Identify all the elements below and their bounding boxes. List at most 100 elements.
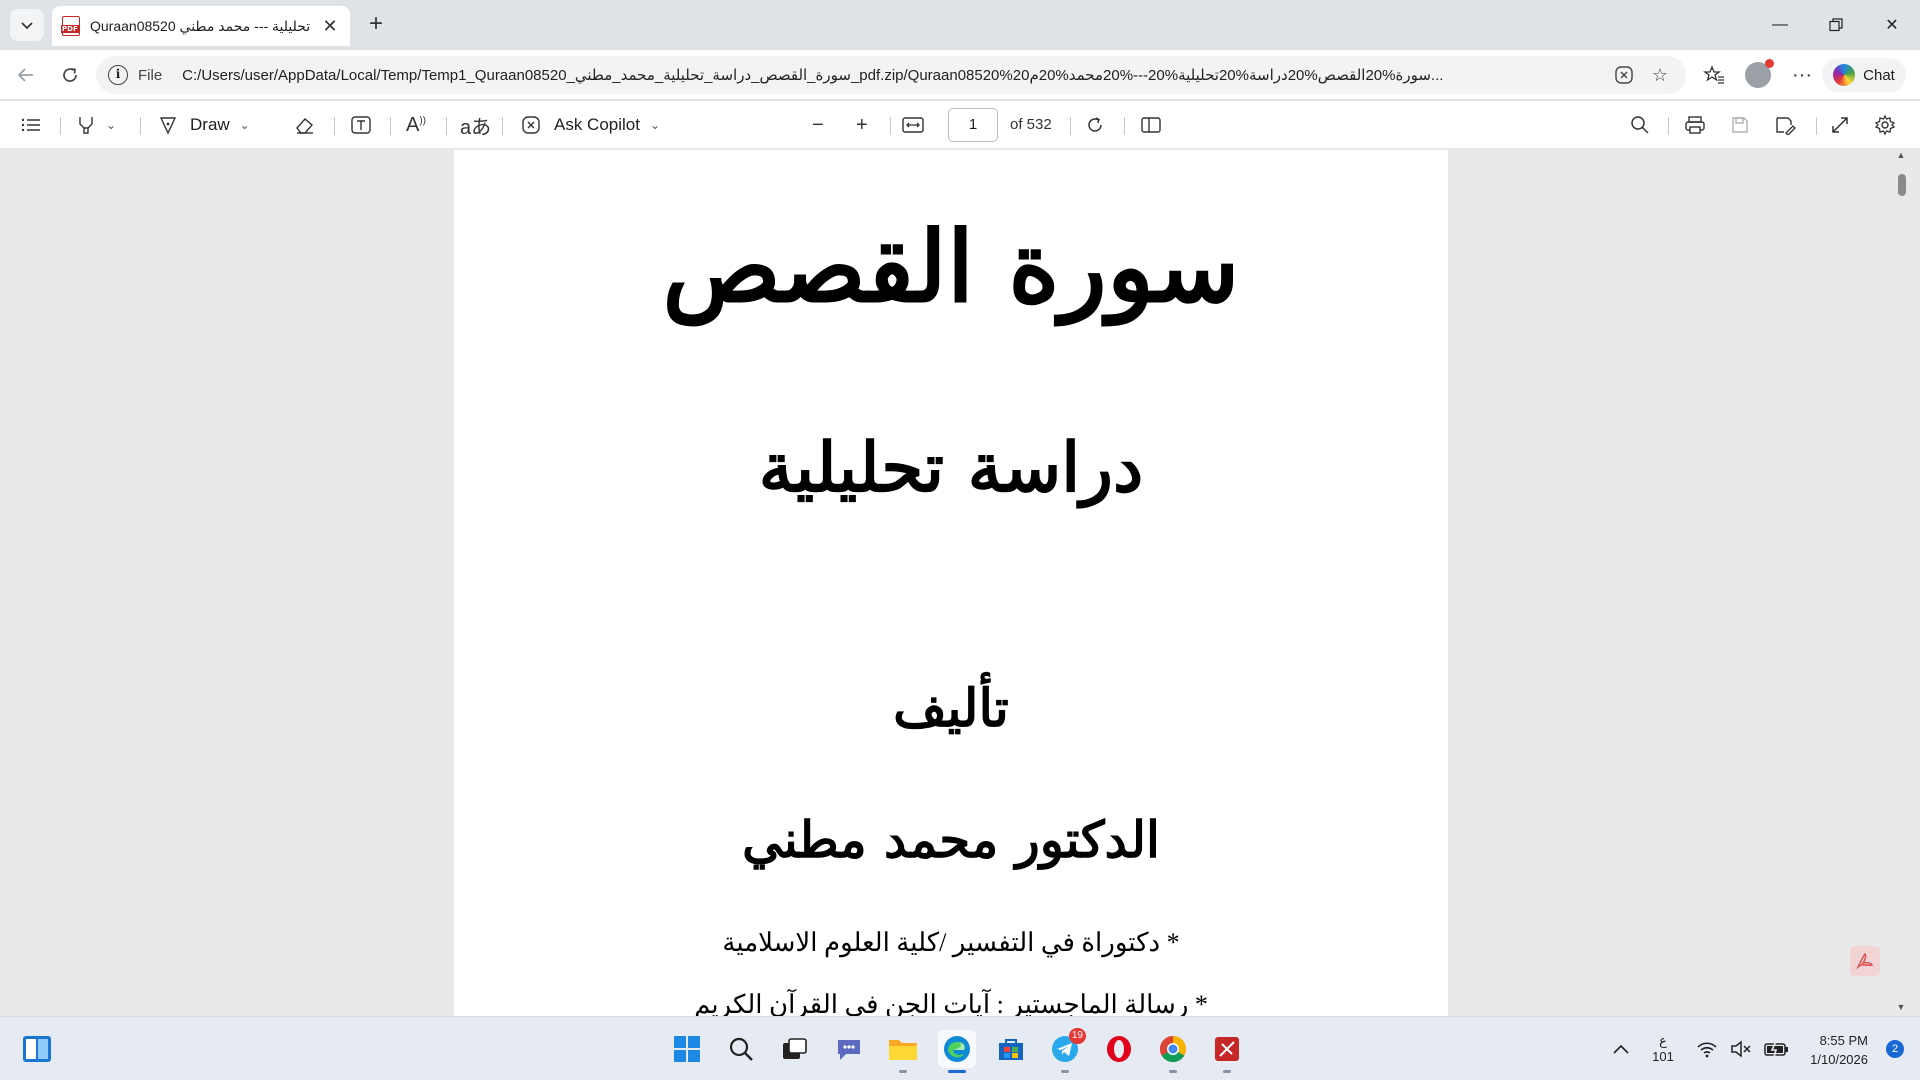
tab-title: Quraan08520 تحليلية --- محمد مطني	[90, 17, 311, 34]
close-tab-icon[interactable]: ✕	[320, 16, 340, 37]
toolbar-divider	[1124, 117, 1125, 135]
taskbar-search-button[interactable]	[722, 1030, 760, 1068]
show-hidden-icons-button[interactable]	[1606, 1017, 1636, 1080]
eraser-icon	[296, 118, 313, 134]
windows-logo-icon	[674, 1036, 700, 1062]
highlighter-icon	[79, 117, 93, 134]
chevron-down-icon	[21, 22, 33, 30]
save-as-button[interactable]	[1774, 110, 1796, 140]
contents-list-icon	[21, 118, 40, 132]
printer-icon	[1685, 116, 1705, 134]
read-aloud-icon[interactable]	[1610, 61, 1638, 89]
text-box-icon	[351, 116, 371, 134]
favorite-star-icon[interactable]: ☆	[1646, 61, 1674, 89]
input-language-indicator[interactable]: ع 101	[1648, 1017, 1678, 1080]
print-button[interactable]	[1684, 110, 1706, 140]
back-arrow-icon	[17, 68, 33, 82]
acrobat-icon[interactable]	[1850, 946, 1880, 976]
microsoft-store-button[interactable]	[992, 1030, 1030, 1068]
opera-button[interactable]	[1100, 1030, 1138, 1068]
save-button[interactable]	[1730, 110, 1750, 140]
edge-browser-button[interactable]	[938, 1030, 976, 1073]
more-menu-button[interactable]: ···	[1786, 60, 1818, 90]
restore-button[interactable]	[1808, 0, 1864, 50]
clock-date: 1/10/2026	[1810, 1052, 1868, 1067]
translate-icon: aあ	[460, 116, 492, 139]
read-aloud-icon: A))	[406, 113, 427, 136]
save-disk-icon	[1732, 117, 1748, 133]
running-indicator	[1223, 1070, 1231, 1073]
minimize-button[interactable]: —	[1752, 0, 1808, 50]
rotate-button[interactable]	[1084, 110, 1106, 140]
address-bar[interactable]: i File C:/Users/user/AppData/Local/Temp/…	[96, 56, 1686, 94]
scrollbar-thumb[interactable]	[1898, 174, 1906, 196]
title-bar: Quraan08520 تحليلية --- محمد مطني ✕ + — …	[0, 0, 1920, 50]
translate-button[interactable]: aあ	[460, 110, 491, 140]
close-window-button[interactable]: ✕	[1864, 0, 1920, 50]
clock[interactable]: 8:55 PM 1/10/2026	[1788, 1031, 1868, 1069]
copilot-icon	[522, 116, 540, 134]
keyboard-layout: 101	[1652, 1049, 1674, 1064]
site-info-icon[interactable]: i	[108, 65, 128, 85]
volume-muted-icon	[1731, 1040, 1751, 1058]
profile-button[interactable]	[1742, 59, 1774, 90]
telegram-button[interactable]: 19	[1046, 1028, 1086, 1073]
file-explorer-button[interactable]	[884, 1030, 922, 1073]
fit-width-button[interactable]	[902, 110, 924, 140]
erase-button[interactable]	[294, 110, 316, 140]
running-indicator	[1169, 1070, 1177, 1073]
toolbar-divider	[446, 117, 447, 135]
scroll-up-icon[interactable]: ▲	[1894, 150, 1908, 164]
page-view-icon	[1141, 117, 1161, 133]
ask-copilot-button[interactable]: Ask Copilot ⌄	[520, 110, 660, 140]
pdf-app-button[interactable]	[1208, 1030, 1246, 1073]
start-button[interactable]	[668, 1030, 706, 1068]
chevron-down-icon[interactable]: ⌄	[240, 118, 250, 132]
authored-by-label: تأليف	[893, 678, 1009, 739]
toolbar-divider	[502, 117, 503, 135]
running-indicator	[899, 1070, 907, 1073]
author-credential-2: * رسالة الماجستير : آيات الجن في القرآن …	[694, 990, 1208, 1016]
active-tab[interactable]: Quraan08520 تحليلية --- محمد مطني ✕	[52, 6, 350, 46]
tab-actions-button[interactable]	[10, 9, 44, 41]
chrome-button[interactable]	[1154, 1030, 1192, 1073]
author-credential-1: * دكتوراة في التفسير /كلية العلوم الاسلا…	[722, 928, 1180, 957]
ask-copilot-label: Ask Copilot	[554, 115, 640, 134]
page-view-button[interactable]	[1140, 110, 1162, 140]
add-text-button[interactable]	[350, 110, 372, 140]
toolbar-divider	[1070, 117, 1071, 135]
toolbar-divider	[60, 117, 61, 135]
pdf-viewer[interactable]: سورة القصص دراسة تحليلية تأليف الدكتور م…	[0, 150, 1920, 1016]
fullscreen-button[interactable]	[1830, 110, 1850, 140]
teams-chat-button[interactable]	[830, 1030, 868, 1068]
widgets-button[interactable]	[18, 1030, 56, 1068]
settings-button[interactable]	[1874, 110, 1896, 140]
search-button[interactable]	[1630, 110, 1650, 140]
zoom-in-button[interactable]: +	[856, 110, 868, 140]
pdf-toolbar: ⌄ Draw ⌄ A)) aあ Ask Copilot ⌄ − + 1 of 5…	[0, 101, 1920, 149]
highlight-button[interactable]: ⌄	[76, 110, 116, 140]
fit-width-icon	[902, 117, 924, 133]
chevron-down-icon[interactable]: ⌄	[650, 118, 660, 132]
new-tab-button[interactable]: +	[362, 12, 390, 40]
edge-icon	[944, 1036, 970, 1062]
draw-label: Draw	[190, 115, 230, 134]
back-button[interactable]	[10, 60, 42, 90]
favorites-button[interactable]	[1698, 60, 1730, 90]
copilot-chat-button[interactable]: Chat	[1822, 58, 1906, 92]
chevron-down-icon[interactable]: ⌄	[106, 118, 116, 132]
notification-badge[interactable]: 2	[1886, 1040, 1904, 1058]
task-view-button[interactable]	[776, 1030, 814, 1068]
zoom-out-button[interactable]: −	[812, 110, 824, 140]
toolbar-divider	[1668, 117, 1669, 135]
toolbar-divider	[890, 117, 891, 135]
vertical-scrollbar[interactable]: ▲ ▼	[1894, 150, 1908, 1016]
draw-button[interactable]: Draw ⌄	[158, 110, 250, 140]
scroll-down-icon[interactable]: ▼	[1894, 1002, 1908, 1016]
url-text[interactable]: C:/Users/user/AppData/Local/Temp/Temp1_Q…	[182, 66, 1602, 84]
refresh-button[interactable]	[54, 60, 86, 90]
pdf-page: سورة القصص دراسة تحليلية تأليف الدكتور م…	[454, 150, 1448, 1016]
page-number-input[interactable]: 1	[948, 108, 998, 142]
table-of-contents-button[interactable]	[20, 110, 42, 140]
read-aloud-button[interactable]: A))	[406, 110, 426, 140]
